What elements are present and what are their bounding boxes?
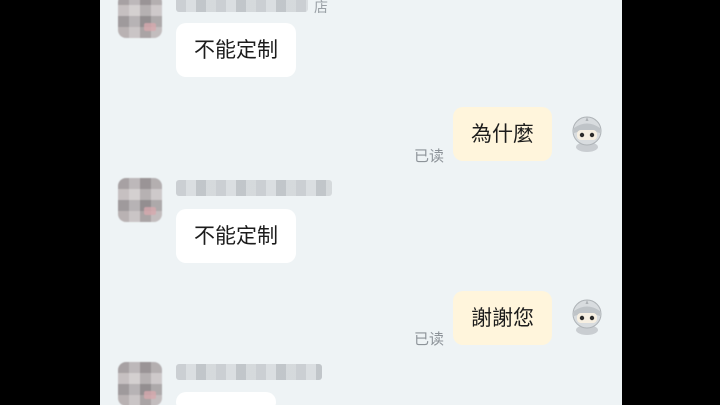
contact-avatar[interactable] — [118, 178, 162, 222]
message-bubble-incoming-partial[interactable] — [176, 392, 276, 405]
contact-name-blurred — [176, 364, 322, 380]
contact-name-blurred — [176, 180, 332, 196]
knight-helmet-avatar-icon[interactable] — [567, 296, 607, 336]
chat-screen: 店 不能定制 已读 為什麼 不能定制 已读 謝謝您 — [100, 0, 622, 405]
knight-helmet-avatar-icon[interactable] — [567, 113, 607, 153]
message-bubble-incoming[interactable]: 不能定制 — [176, 23, 296, 77]
message-bubble-outgoing[interactable]: 謝謝您 — [453, 291, 552, 345]
contact-avatar[interactable] — [118, 362, 162, 405]
contact-name-blurred — [176, 0, 308, 12]
message-bubble-incoming[interactable]: 不能定制 — [176, 209, 296, 263]
message-bubble-outgoing[interactable]: 為什麼 — [453, 107, 552, 161]
read-status-label: 已读 — [414, 330, 445, 348]
contact-avatar[interactable] — [118, 0, 162, 38]
read-status-label: 已读 — [414, 147, 445, 165]
contact-name-suffix: 店 — [314, 0, 328, 16]
